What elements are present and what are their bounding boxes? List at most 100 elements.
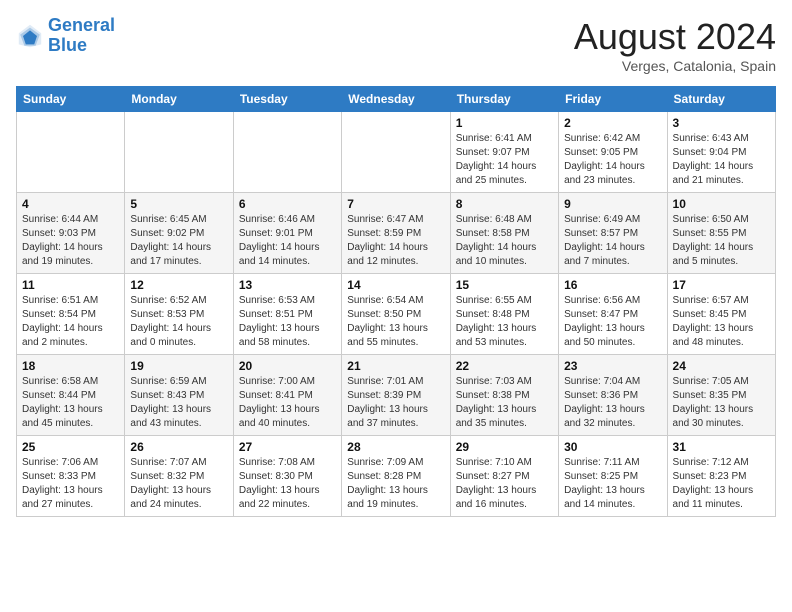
day-number: 24 [673, 359, 770, 373]
calendar-cell: 18 Sunrise: 6:58 AM Sunset: 8:44 PM Dayli… [17, 355, 125, 436]
calendar-cell: 11 Sunrise: 6:51 AM Sunset: 8:54 PM Dayli… [17, 274, 125, 355]
calendar-cell: 10 Sunrise: 6:50 AM Sunset: 8:55 PM Dayli… [667, 193, 775, 274]
page-header: General Blue August 2024 Verges, Catalon… [16, 16, 776, 74]
day-number: 18 [22, 359, 119, 373]
day-number: 29 [456, 440, 553, 454]
calendar-header-row: SundayMondayTuesdayWednesdayThursdayFrid… [17, 87, 776, 112]
day-number: 5 [130, 197, 227, 211]
calendar-cell: 22 Sunrise: 7:03 AM Sunset: 8:38 PM Dayli… [450, 355, 558, 436]
calendar-cell: 13 Sunrise: 6:53 AM Sunset: 8:51 PM Dayli… [233, 274, 341, 355]
calendar-cell: 7Sunrise: 6:47 AM Sunset: 8:59 PM Daylig… [342, 193, 450, 274]
location: Verges, Catalonia, Spain [574, 58, 776, 74]
day-number: 11 [22, 278, 119, 292]
day-number: 25 [22, 440, 119, 454]
calendar-cell: 26Sunrise: 7:07 AM Sunset: 8:32 PM Dayli… [125, 436, 233, 517]
calendar-cell: 20 Sunrise: 7:00 AM Sunset: 8:41 PM Dayli… [233, 355, 341, 436]
weekday-header-friday: Friday [559, 87, 667, 112]
day-number: 21 [347, 359, 444, 373]
day-number: 28 [347, 440, 444, 454]
day-number: 31 [673, 440, 770, 454]
day-info: Sunrise: 6:49 AM Sunset: 8:57 PM Dayligh… [564, 213, 661, 269]
title-block: August 2024 Verges, Catalonia, Spain [574, 16, 776, 74]
day-info: Sunrise: 6:41 AM Sunset: 9:07 PM Dayligh… [456, 132, 553, 188]
day-info: Sunrise: 6:54 AM Sunset: 8:50 PM Dayligh… [347, 294, 444, 350]
day-number: 8 [456, 197, 553, 211]
day-number: 22 [456, 359, 553, 373]
day-number: 12 [130, 278, 227, 292]
calendar-cell: 3 Sunrise: 6:43 AM Sunset: 9:04 PM Daylig… [667, 112, 775, 193]
weekday-header-saturday: Saturday [667, 87, 775, 112]
day-info: Sunrise: 7:06 AM Sunset: 8:33 PM Dayligh… [22, 456, 119, 512]
day-info: Sunrise: 6:56 AM Sunset: 8:47 PM Dayligh… [564, 294, 661, 350]
calendar-cell: 1Sunrise: 6:41 AM Sunset: 9:07 PM Daylig… [450, 112, 558, 193]
calendar-cell: 27Sunrise: 7:08 AM Sunset: 8:30 PM Dayli… [233, 436, 341, 517]
day-number: 4 [22, 197, 119, 211]
calendar-cell: 29 Sunrise: 7:10 AM Sunset: 8:27 PM Dayli… [450, 436, 558, 517]
day-number: 15 [456, 278, 553, 292]
day-info: Sunrise: 6:52 AM Sunset: 8:53 PM Dayligh… [130, 294, 227, 350]
day-info: Sunrise: 7:03 AM Sunset: 8:38 PM Dayligh… [456, 375, 553, 431]
day-info: Sunrise: 7:08 AM Sunset: 8:30 PM Dayligh… [239, 456, 336, 512]
day-info: Sunrise: 7:05 AM Sunset: 8:35 PM Dayligh… [673, 375, 770, 431]
calendar-cell: 17Sunrise: 6:57 AM Sunset: 8:45 PM Dayli… [667, 274, 775, 355]
day-info: Sunrise: 6:59 AM Sunset: 8:43 PM Dayligh… [130, 375, 227, 431]
logo-line1: General [48, 15, 115, 35]
calendar-cell: 25 Sunrise: 7:06 AM Sunset: 8:33 PM Dayli… [17, 436, 125, 517]
day-info: Sunrise: 6:50 AM Sunset: 8:55 PM Dayligh… [673, 213, 770, 269]
calendar-cell: 28 Sunrise: 7:09 AM Sunset: 8:28 PM Dayli… [342, 436, 450, 517]
day-info: Sunrise: 7:09 AM Sunset: 8:28 PM Dayligh… [347, 456, 444, 512]
weekday-header-wednesday: Wednesday [342, 87, 450, 112]
calendar-cell: 15Sunrise: 6:55 AM Sunset: 8:48 PM Dayli… [450, 274, 558, 355]
day-number: 10 [673, 197, 770, 211]
calendar-cell: 23 Sunrise: 7:04 AM Sunset: 8:36 PM Dayli… [559, 355, 667, 436]
day-info: Sunrise: 6:53 AM Sunset: 8:51 PM Dayligh… [239, 294, 336, 350]
calendar-cell: 24 Sunrise: 7:05 AM Sunset: 8:35 PM Dayli… [667, 355, 775, 436]
day-info: Sunrise: 7:07 AM Sunset: 8:32 PM Dayligh… [130, 456, 227, 512]
day-number: 9 [564, 197, 661, 211]
weekday-header-tuesday: Tuesday [233, 87, 341, 112]
logo-text: General Blue [48, 16, 115, 56]
day-number: 14 [347, 278, 444, 292]
month-title: August 2024 [574, 16, 776, 58]
calendar-cell: 6Sunrise: 6:46 AM Sunset: 9:01 PM Daylig… [233, 193, 341, 274]
day-info: Sunrise: 6:57 AM Sunset: 8:45 PM Dayligh… [673, 294, 770, 350]
calendar-cell: 16 Sunrise: 6:56 AM Sunset: 8:47 PM Dayli… [559, 274, 667, 355]
day-info: Sunrise: 7:00 AM Sunset: 8:41 PM Dayligh… [239, 375, 336, 431]
day-info: Sunrise: 6:58 AM Sunset: 8:44 PM Dayligh… [22, 375, 119, 431]
weekday-header-sunday: Sunday [17, 87, 125, 112]
calendar-cell: 9 Sunrise: 6:49 AM Sunset: 8:57 PM Daylig… [559, 193, 667, 274]
day-number: 13 [239, 278, 336, 292]
calendar-week-5: 25 Sunrise: 7:06 AM Sunset: 8:33 PM Dayli… [17, 436, 776, 517]
calendar-cell: 2Sunrise: 6:42 AM Sunset: 9:05 PM Daylig… [559, 112, 667, 193]
day-number: 20 [239, 359, 336, 373]
calendar-cell: 8 Sunrise: 6:48 AM Sunset: 8:58 PM Daylig… [450, 193, 558, 274]
calendar-cell: 19 Sunrise: 6:59 AM Sunset: 8:43 PM Dayli… [125, 355, 233, 436]
day-info: Sunrise: 7:10 AM Sunset: 8:27 PM Dayligh… [456, 456, 553, 512]
calendar-cell: 30 Sunrise: 7:11 AM Sunset: 8:25 PM Dayli… [559, 436, 667, 517]
day-info: Sunrise: 6:48 AM Sunset: 8:58 PM Dayligh… [456, 213, 553, 269]
day-info: Sunrise: 6:51 AM Sunset: 8:54 PM Dayligh… [22, 294, 119, 350]
day-number: 23 [564, 359, 661, 373]
day-info: Sunrise: 6:44 AM Sunset: 9:03 PM Dayligh… [22, 213, 119, 269]
calendar-cell: 4 Sunrise: 6:44 AM Sunset: 9:03 PM Daylig… [17, 193, 125, 274]
day-number: 16 [564, 278, 661, 292]
calendar-week-3: 11 Sunrise: 6:51 AM Sunset: 8:54 PM Dayli… [17, 274, 776, 355]
day-info: Sunrise: 7:11 AM Sunset: 8:25 PM Dayligh… [564, 456, 661, 512]
calendar-cell: 5 Sunrise: 6:45 AM Sunset: 9:02 PM Daylig… [125, 193, 233, 274]
calendar-cell: 21Sunrise: 7:01 AM Sunset: 8:39 PM Dayli… [342, 355, 450, 436]
day-number: 2 [564, 116, 661, 130]
day-info: Sunrise: 6:45 AM Sunset: 9:02 PM Dayligh… [130, 213, 227, 269]
logo-icon [16, 22, 44, 50]
day-info: Sunrise: 7:04 AM Sunset: 8:36 PM Dayligh… [564, 375, 661, 431]
day-info: Sunrise: 6:46 AM Sunset: 9:01 PM Dayligh… [239, 213, 336, 269]
day-info: Sunrise: 6:47 AM Sunset: 8:59 PM Dayligh… [347, 213, 444, 269]
weekday-header-monday: Monday [125, 87, 233, 112]
day-number: 3 [673, 116, 770, 130]
logo: General Blue [16, 16, 115, 56]
day-number: 30 [564, 440, 661, 454]
calendar-cell [233, 112, 341, 193]
day-info: Sunrise: 6:43 AM Sunset: 9:04 PM Dayligh… [673, 132, 770, 188]
day-number: 19 [130, 359, 227, 373]
calendar-cell: 31Sunrise: 7:12 AM Sunset: 8:23 PM Dayli… [667, 436, 775, 517]
calendar-cell [125, 112, 233, 193]
